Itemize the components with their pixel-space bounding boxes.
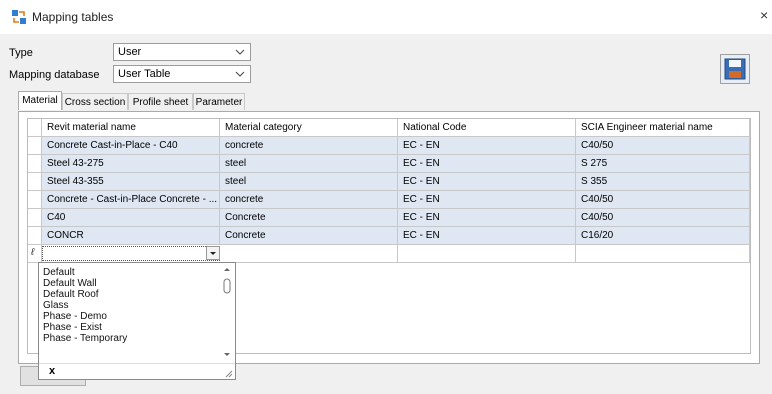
column-header-national-code[interactable]: National Code [398,119,576,137]
tab-cross-section[interactable]: Cross section [62,93,128,110]
save-button[interactable] [720,54,750,84]
cell-scia-material[interactable] [576,245,750,263]
row-header[interactable] [28,155,42,173]
resize-grip-icon[interactable] [223,368,233,378]
row-header-edit: ℓ [28,245,42,263]
cell-scia-material[interactable]: C16/20 [576,227,750,245]
cell-revit-material[interactable]: Steel 43-355 [42,173,220,191]
table-row[interactable]: CONCR Concrete EC - EN C16/20 [28,227,750,245]
column-header-scia-material[interactable]: SCIA Engineer material name [576,119,750,137]
cell-revit-material[interactable]: Concrete Cast-in-Place - C40 [42,137,220,155]
list-item[interactable]: Phase - Exist [43,322,102,333]
row-header[interactable] [28,191,42,209]
cell-material-category[interactable]: concrete [220,137,398,155]
pencil-icon: ℓ [31,247,35,258]
cell-revit-material[interactable]: Steel 43-275 [42,155,220,173]
row-header[interactable] [28,227,42,245]
column-header-revit-material[interactable]: Revit material name [42,119,220,137]
cell-national-code[interactable] [398,245,576,263]
type-select-value: User [118,46,142,58]
cell-national-code[interactable]: EC - EN [398,137,576,155]
cell-material-category[interactable]: steel [220,173,398,191]
cell-material-category[interactable]: Concrete [220,209,398,227]
clear-icon[interactable]: x [49,365,55,377]
type-select[interactable]: User [113,43,251,61]
list-item[interactable]: Default Wall [43,278,97,289]
cell-revit-material[interactable]: Concrete - Cast-in-Place Concrete - ... [42,191,220,209]
row-header[interactable] [28,173,42,191]
table-row[interactable]: Steel 43-275 steel EC - EN S 275 [28,155,750,173]
table-row[interactable]: Steel 43-355 steel EC - EN S 355 [28,173,750,191]
mapping-tables-icon [12,10,26,24]
column-header-material-category[interactable]: Material category [220,119,398,137]
type-label: Type [9,47,33,59]
triangle-down-icon [210,252,216,255]
save-icon [724,58,746,80]
row-header[interactable] [28,137,42,155]
vertical-scrollbar[interactable] [221,265,233,361]
dropdown-toggle-button[interactable] [206,246,220,260]
cell-revit-material[interactable]: CONCR [42,227,220,245]
cell-scia-material[interactable]: C40/50 [576,191,750,209]
mapping-database-value: User Table [118,68,171,80]
table-row[interactable]: Concrete - Cast-in-Place Concrete - ... … [28,191,750,209]
mapping-database-select[interactable]: User Table [113,65,251,83]
tab-parameter[interactable]: Parameter [193,93,245,110]
cell-national-code[interactable]: EC - EN [398,191,576,209]
chevron-down-icon [235,71,245,77]
list-item[interactable]: Glass [43,300,69,311]
new-row[interactable]: ℓ [28,245,750,263]
cell-scia-material[interactable]: C40/50 [576,209,750,227]
dropdown-footer: x [39,363,235,380]
table-row[interactable]: C40 Concrete EC - EN C40/50 [28,209,750,227]
cell-national-code[interactable]: EC - EN [398,209,576,227]
chevron-down-icon [235,49,245,55]
list-item[interactable]: Default [43,267,75,278]
cell-material-category[interactable]: concrete [220,191,398,209]
cell-national-code[interactable]: EC - EN [398,227,576,245]
revit-material-dropdown-list[interactable]: Default Default Wall Default Roof Glass … [38,262,236,380]
cell-material-category[interactable] [220,245,398,263]
list-item[interactable]: Default Roof [43,289,99,300]
row-header-corner [28,119,42,137]
mapping-database-label: Mapping database [9,69,100,81]
close-icon[interactable]: × [760,8,768,22]
revit-material-combo-editor[interactable] [42,246,220,261]
table-header: Revit material name Material category Na… [28,119,750,137]
cell-scia-material[interactable]: C40/50 [576,137,750,155]
tab-profile-sheet[interactable]: Profile sheet [128,93,193,110]
cell-material-category[interactable]: steel [220,155,398,173]
window-title: Mapping tables [32,10,114,24]
list-item[interactable]: Phase - Temporary [43,333,127,344]
cell-revit-material[interactable]: C40 [42,209,220,227]
table-row[interactable]: Concrete Cast-in-Place - C40 concrete EC… [28,137,750,155]
cell-national-code[interactable]: EC - EN [398,155,576,173]
cell-national-code[interactable]: EC - EN [398,173,576,191]
cell-scia-material[interactable]: S 275 [576,155,750,173]
title-bar: Mapping tables × [0,0,772,34]
row-header[interactable] [28,209,42,227]
cell-material-category[interactable]: Concrete [220,227,398,245]
tab-material[interactable]: Material [18,91,62,110]
cell-scia-material[interactable]: S 355 [576,173,750,191]
list-item[interactable]: Phase - Demo [43,311,107,322]
